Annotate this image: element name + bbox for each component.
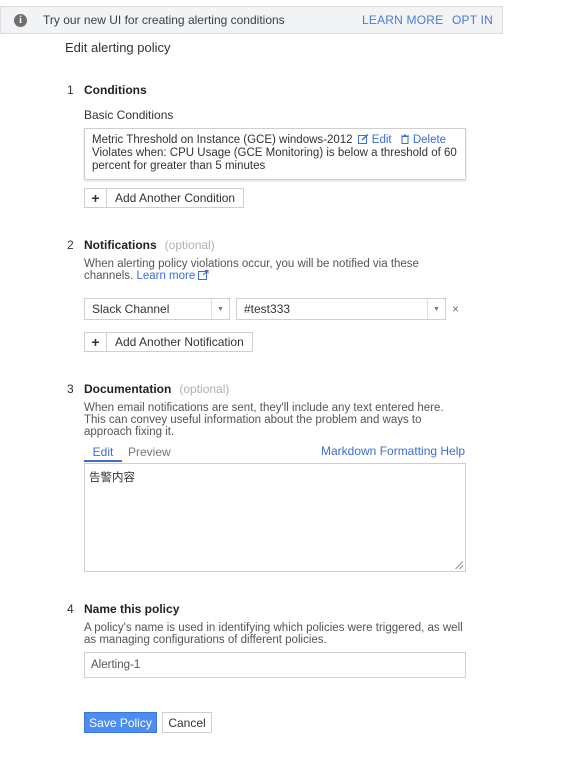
step-number-documentation: 3	[67, 382, 74, 396]
page-title: Edit alerting policy	[65, 40, 171, 55]
notifications-heading: Notifications (optional)	[84, 238, 215, 252]
optional-label: (optional)	[164, 238, 215, 252]
channel-type-select[interactable]: Slack Channel ▼	[84, 298, 230, 320]
plus-icon: +	[85, 189, 107, 207]
learn-more-link[interactable]: LEARN MORE	[362, 13, 443, 27]
markdown-help-link[interactable]: Markdown Formatting Help	[321, 444, 465, 458]
policy-name-input[interactable]: Alerting-1	[84, 652, 466, 678]
condition-edit-link[interactable]: Edit	[357, 133, 392, 147]
step-number-notifications: 2	[67, 238, 74, 252]
name-policy-description: A policy's name is used in identifying w…	[84, 622, 463, 646]
save-policy-button[interactable]: Save Policy	[84, 712, 157, 733]
condition-name: Metric Threshold on Instance (GCE) windo…	[92, 134, 353, 146]
opt-in-banner: i Try our new UI for creating alerting c…	[0, 6, 503, 34]
channel-select[interactable]: #test333 ▼	[236, 298, 446, 320]
learn-more-link[interactable]: Learn more	[136, 270, 209, 282]
chevron-down-icon: ▼	[427, 299, 445, 319]
conditions-heading: Conditions	[84, 83, 147, 97]
trash-icon	[400, 134, 409, 144]
documentation-textarea[interactable]: 告警内容	[84, 463, 466, 572]
step-number-name: 4	[67, 602, 74, 616]
basic-conditions-label: Basic Conditions	[84, 108, 174, 122]
external-link-icon	[198, 270, 209, 280]
documentation-description: When email notifications are sent, they'…	[84, 402, 444, 438]
banner-message: Try our new UI for creating alerting con…	[43, 13, 285, 27]
chevron-down-icon: ▼	[211, 299, 229, 319]
condition-card: Metric Threshold on Instance (GCE) windo…	[84, 128, 466, 180]
step-number-conditions: 1	[67, 83, 74, 97]
condition-delete-link[interactable]: Delete	[400, 134, 446, 147]
add-notification-button[interactable]: + Add Another Notification	[84, 332, 253, 352]
documentation-heading: Documentation (optional)	[84, 382, 230, 396]
tab-edit[interactable]: Edit	[84, 445, 122, 462]
remove-notification-icon[interactable]: ×	[452, 302, 459, 316]
edit-icon	[357, 133, 369, 144]
resize-handle[interactable]	[455, 561, 463, 569]
add-condition-button[interactable]: + Add Another Condition	[84, 188, 245, 208]
tab-preview[interactable]: Preview	[128, 445, 171, 462]
notifications-description: When alerting policy violations occur, y…	[84, 258, 419, 282]
plus-icon: +	[85, 333, 107, 351]
info-icon: i	[14, 13, 27, 27]
condition-description: Violates when: CPU Usage (GCE Monitoring…	[92, 147, 457, 172]
name-policy-heading: Name this policy	[84, 602, 180, 616]
optional-label: (optional)	[179, 382, 230, 396]
cancel-button[interactable]: Cancel	[162, 712, 212, 733]
opt-in-link[interactable]: OPT IN	[452, 13, 493, 27]
